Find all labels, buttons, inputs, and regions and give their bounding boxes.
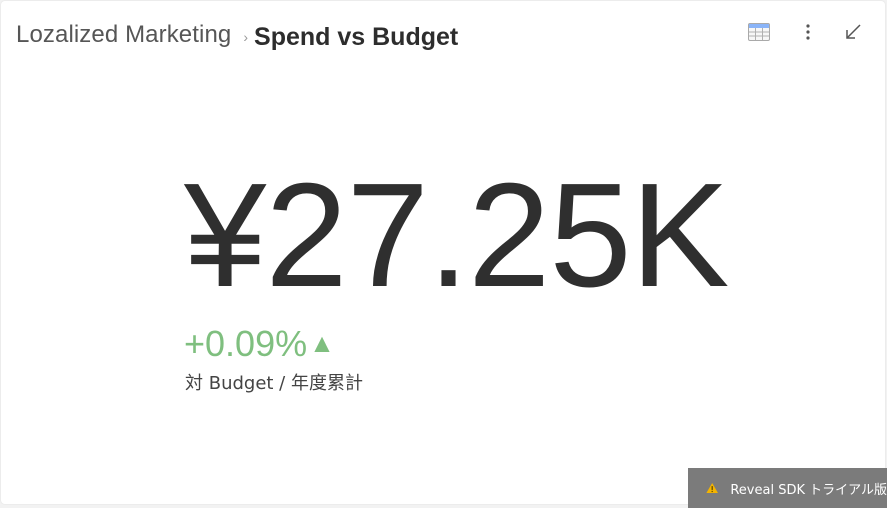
- kpi-change: +0.09% ▲: [184, 323, 335, 365]
- breadcrumb-dashboard-link[interactable]: Lozalized Marketing: [16, 21, 231, 49]
- kpi-change-percent: +0.09%: [184, 323, 308, 364]
- widget-title: Spend vs Budget: [254, 22, 459, 51]
- grid-view-button[interactable]: [745, 19, 773, 45]
- trial-banner[interactable]: Reveal SDK トライアル版: [688, 468, 887, 508]
- warning-icon: [706, 482, 718, 494]
- breadcrumb-separator: ›: [243, 29, 249, 45]
- dashboard-widget-card: Lozalized Marketing › Spend vs Budget ¥2…: [1, 1, 885, 504]
- minimize-icon: [846, 24, 861, 39]
- kpi-value: ¥27.25K: [184, 153, 729, 318]
- more-vert-icon: [806, 24, 810, 40]
- grid-view-icon: [748, 23, 770, 41]
- more-options-button[interactable]: [794, 19, 822, 45]
- trend-up-icon: ▲: [309, 327, 335, 358]
- minimize-button[interactable]: [839, 19, 867, 45]
- kpi-comparison-label: 対 Budget / 年度累計: [185, 373, 363, 394]
- breadcrumb: Lozalized Marketing › Spend vs Budget: [16, 15, 458, 55]
- trial-banner-label: Reveal SDK トライアル版: [730, 482, 887, 498]
